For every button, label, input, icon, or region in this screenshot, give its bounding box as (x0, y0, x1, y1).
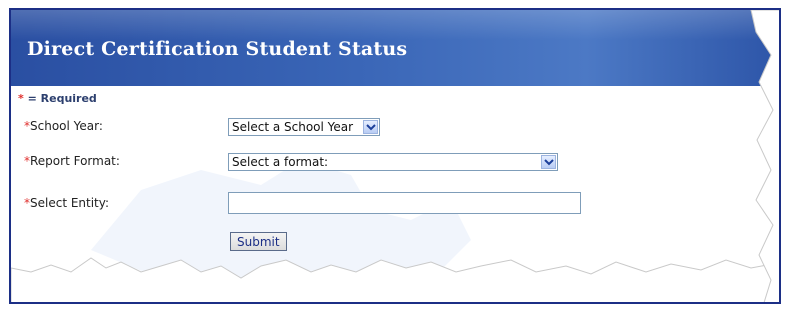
torn-edge-decoration (11, 10, 779, 302)
page-frame: Direct Certification Student Status * = … (9, 8, 781, 304)
